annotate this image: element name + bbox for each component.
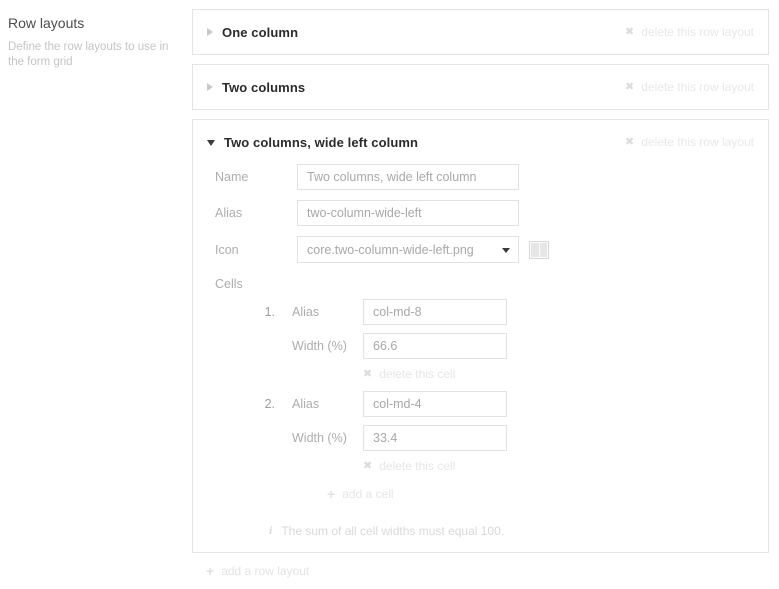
panel-toggle[interactable]: Two columns, wide left column: [207, 135, 418, 150]
row-layout-panel-two-columns-wide-left: Two columns, wide left column ✖ delete t…: [192, 119, 769, 553]
add-cell-button[interactable]: + add a cell: [327, 487, 754, 501]
row-layout-panel-one-column: One column ✖ delete this row layout: [192, 9, 769, 55]
plus-icon: +: [327, 486, 336, 502]
cell-row-alias: 1. Alias: [207, 299, 754, 325]
row-layout-panel-two-columns: Two columns ✖ delete this row layout: [192, 64, 769, 110]
plus-icon: +: [206, 563, 215, 579]
panel-title: Two columns, wide left column: [224, 134, 419, 150]
name-input[interactable]: [297, 164, 519, 190]
delete-row-layout-button[interactable]: ✖ delete this row layout: [625, 135, 754, 149]
panel-title: One column: [222, 24, 299, 40]
info-icon: i: [269, 523, 273, 537]
delete-row-layout-button[interactable]: ✖ delete this row layout: [625, 80, 754, 94]
close-x-icon: ✖: [363, 367, 373, 380]
cell-width-hint: i The sum of all cell widths must equal …: [269, 523, 754, 538]
panel-header[interactable]: Two columns, wide left column ✖ delete t…: [193, 120, 768, 164]
panel-header[interactable]: One column ✖ delete this row layout: [193, 10, 768, 54]
delete-row-layout-button[interactable]: ✖ delete this row layout: [625, 25, 754, 39]
cell-index: 1.: [264, 305, 275, 319]
cell-block: 2. Alias Width (%) ✖ delete this cell: [207, 391, 754, 473]
cell-row-alias: 2. Alias: [207, 391, 754, 417]
caret-down-icon: [207, 140, 215, 146]
delete-cell-button[interactable]: ✖ delete this cell: [363, 367, 754, 381]
panel-toggle[interactable]: One column: [207, 25, 298, 40]
field-row-name: Name: [207, 164, 754, 190]
close-x-icon: ✖: [625, 80, 635, 93]
field-row-alias: Alias: [207, 200, 754, 226]
cell-alias-input[interactable]: [363, 391, 507, 417]
cell-width-hint-text: The sum of all cell widths must equal 10…: [281, 523, 505, 538]
add-row-layout-label: add a row layout: [221, 564, 310, 578]
cell-alias-input[interactable]: [363, 299, 507, 325]
cell-alias-label: Alias: [292, 397, 320, 411]
icon-label: Icon: [215, 242, 239, 257]
two-column-wide-left-preview-icon: [529, 240, 549, 259]
panel-toggle[interactable]: Two columns: [207, 80, 305, 95]
cell-width-label: Width (%): [292, 431, 347, 445]
caret-right-icon: [207, 28, 213, 36]
caret-right-icon: [207, 83, 213, 91]
cell-row-width: Width (%): [207, 425, 754, 451]
cell-width-input[interactable]: [363, 333, 507, 359]
sidebar: Row layouts Define the row layouts to us…: [0, 0, 192, 589]
page-root: Row layouts Define the row layouts to us…: [0, 0, 779, 589]
delete-cell-label: delete this cell: [379, 367, 456, 381]
delete-row-layout-label: delete this row layout: [641, 25, 754, 39]
delete-cell-label: delete this cell: [379, 459, 456, 473]
cell-index: 2.: [264, 397, 275, 411]
panel-header[interactable]: Two columns ✖ delete this row layout: [193, 65, 768, 109]
cell-block: 1. Alias Width (%) ✖ delete this cell: [207, 299, 754, 381]
delete-row-layout-label: delete this row layout: [641, 135, 754, 149]
close-x-icon: ✖: [625, 25, 635, 38]
cell-row-width: Width (%): [207, 333, 754, 359]
panel-body: Name Alias Icon core.two-column-wide-lef…: [193, 164, 768, 552]
icon-select-wrap[interactable]: core.two-column-wide-left.png: [297, 236, 519, 263]
row-layouts-content: One column ✖ delete this row layout Two …: [192, 0, 779, 589]
delete-row-layout-label: delete this row layout: [641, 80, 754, 94]
page-description: Define the row layouts to use in the for…: [8, 41, 169, 68]
close-x-icon: ✖: [363, 459, 373, 472]
cells-label: Cells: [215, 277, 243, 291]
page-title: Row layouts: [8, 15, 85, 31]
cell-width-input[interactable]: [363, 425, 507, 451]
cell-width-label: Width (%): [292, 339, 347, 353]
cell-alias-label: Alias: [292, 305, 320, 319]
icon-select[interactable]: core.two-column-wide-left.png: [297, 236, 519, 263]
alias-input[interactable]: [297, 200, 519, 226]
field-row-icon: Icon core.two-column-wide-left.png: [207, 236, 754, 263]
add-cell-label: add a cell: [342, 487, 394, 501]
panel-title: Two columns: [222, 79, 306, 95]
name-label: Name: [215, 170, 249, 184]
close-x-icon: ✖: [625, 135, 635, 148]
delete-cell-button[interactable]: ✖ delete this cell: [363, 459, 754, 473]
alias-label: Alias: [215, 206, 243, 220]
add-row-layout-button[interactable]: + add a row layout: [206, 564, 769, 578]
